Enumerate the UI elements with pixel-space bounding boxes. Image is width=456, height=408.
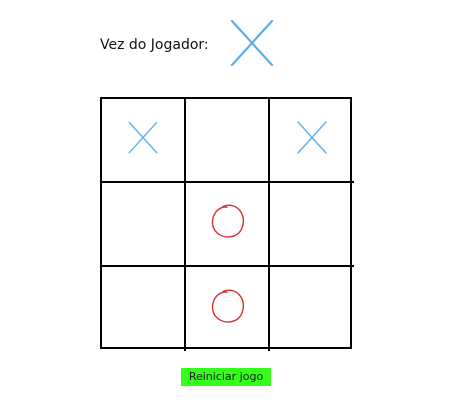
board-cell-7[interactable]	[102, 267, 186, 351]
reset-game-button[interactable]: Reiniciar jogo	[181, 368, 271, 386]
board-cell-6[interactable]	[270, 183, 354, 267]
current-player-x-icon	[230, 19, 274, 67]
board-cell-2[interactable]	[186, 99, 270, 183]
game-board	[100, 97, 354, 351]
x-mark-icon	[128, 121, 158, 154]
o-mark-icon	[211, 204, 245, 238]
turn-indicator: Vez do Jogador:	[100, 18, 300, 72]
board-cell-9[interactable]	[270, 267, 354, 351]
board-cell-5[interactable]	[186, 183, 270, 267]
turn-label: Vez do Jogador:	[100, 37, 209, 53]
board-cell-1[interactable]	[102, 99, 186, 183]
x-mark-icon	[297, 121, 327, 154]
o-mark-icon	[211, 289, 245, 323]
board-cell-4[interactable]	[102, 183, 186, 267]
board-cell-3[interactable]	[270, 99, 354, 183]
board-cell-8[interactable]	[186, 267, 270, 351]
